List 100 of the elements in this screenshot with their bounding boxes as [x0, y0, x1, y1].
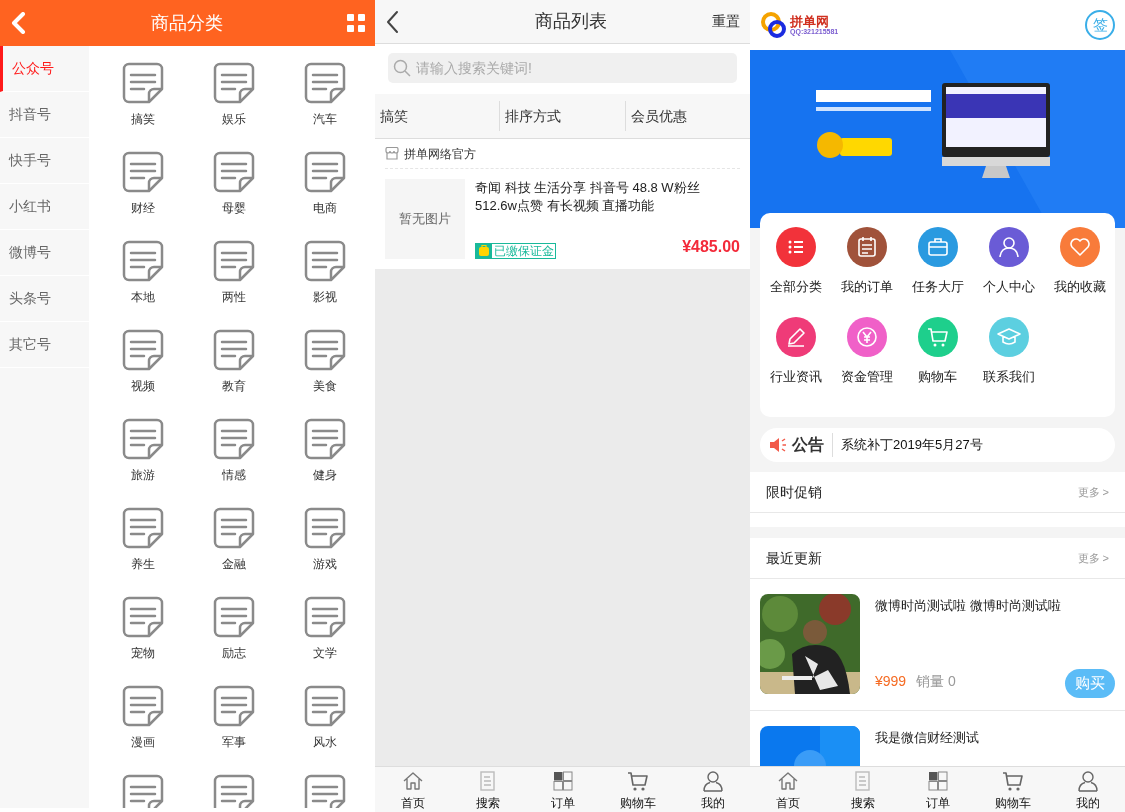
- sidebar-item[interactable]: 公众号: [0, 46, 89, 92]
- menu-label[interactable]: 我的订单: [840, 277, 893, 297]
- tab-item[interactable]: 搜索: [825, 767, 900, 812]
- category-label[interactable]: 教育: [222, 377, 246, 395]
- sidebar-item[interactable]: 头条号: [0, 276, 89, 322]
- document-icon[interactable]: [304, 685, 347, 727]
- menu-label[interactable]: 购物车: [918, 367, 957, 387]
- tab-item[interactable]: 首页: [375, 767, 450, 812]
- sidebar-item[interactable]: 抖音号: [0, 92, 89, 138]
- tab-item[interactable]: 首页: [750, 767, 825, 812]
- category-label[interactable]: 漫画: [130, 733, 155, 751]
- category-label[interactable]: 两性: [222, 288, 246, 306]
- filter-tab[interactable]: 排序方式: [499, 101, 625, 131]
- menu-icon[interactable]: [1059, 227, 1100, 267]
- product-title[interactable]: 奇闻 科技 生活分享 抖音号 48.8 W粉丝 512.6w点赞 有长视频 直播功能: [475, 179, 740, 215]
- filter-tab[interactable]: 会员优惠: [624, 101, 750, 131]
- price: ¥485.00: [682, 237, 740, 257]
- category-label[interactable]: 电商: [313, 199, 338, 217]
- category-label[interactable]: 健身: [313, 466, 338, 484]
- sidebar-item[interactable]: 其它号: [0, 322, 89, 368]
- category-label[interactable]: 美食: [313, 377, 338, 395]
- category-label[interactable]: 影视: [313, 288, 338, 306]
- document-icon[interactable]: [213, 774, 255, 808]
- document-icon[interactable]: [213, 151, 255, 193]
- grid-icon[interactable]: [347, 14, 365, 32]
- menu-label[interactable]: 任务大厅: [911, 277, 964, 297]
- category-label[interactable]: 母婴: [222, 199, 246, 217]
- sidebar-item[interactable]: 小红书: [0, 184, 89, 230]
- category-label[interactable]: 财经: [130, 199, 155, 217]
- document-icon[interactable]: [304, 774, 347, 808]
- menu-label[interactable]: 联系我们: [982, 367, 1035, 387]
- document-icon[interactable]: [213, 596, 255, 638]
- category-label[interactable]: 本地: [130, 288, 155, 306]
- sales-count: 销量 0: [916, 672, 956, 691]
- logo-icon: [760, 11, 788, 39]
- document-icon[interactable]: [304, 329, 347, 371]
- menu-label[interactable]: 资金管理: [840, 367, 893, 387]
- document-icon[interactable]: [121, 774, 164, 808]
- tab-item[interactable]: 我的: [1050, 767, 1125, 812]
- document-icon[interactable]: [121, 151, 164, 193]
- logo-text: 拼单网: [790, 15, 829, 28]
- document-icon[interactable]: [304, 240, 347, 282]
- document-icon[interactable]: [121, 329, 164, 371]
- menu-label[interactable]: 行业资讯: [769, 367, 822, 387]
- search-field[interactable]: 请输入搜索关键词!: [388, 53, 737, 83]
- tab-item[interactable]: 购物车: [975, 767, 1050, 812]
- tab-item[interactable]: 订单: [900, 767, 975, 812]
- tab-item[interactable]: 我的: [675, 767, 750, 812]
- tab-item[interactable]: 购物车: [600, 767, 675, 812]
- item-title[interactable]: 微博时尚测试啦 微博时尚测试啦: [875, 596, 1115, 616]
- notice-text[interactable]: 系统补丁2019年5月27号: [841, 435, 983, 455]
- category-label[interactable]: 视频: [130, 377, 155, 395]
- tab-item[interactable]: 搜索: [450, 767, 525, 812]
- document-icon[interactable]: [121, 685, 164, 727]
- category-label[interactable]: 军事: [222, 733, 246, 751]
- tab-item[interactable]: 订单: [525, 767, 600, 812]
- category-label[interactable]: 搞笑: [130, 110, 155, 128]
- shop-name: 拼单网络官方: [404, 145, 476, 163]
- category-label[interactable]: 励志: [222, 644, 246, 662]
- category-label[interactable]: 宠物: [130, 644, 155, 662]
- menu-icon[interactable]: [775, 317, 816, 357]
- document-icon[interactable]: [121, 240, 164, 282]
- reset-button[interactable]: 重置: [712, 11, 740, 32]
- document-icon[interactable]: [304, 62, 347, 104]
- document-icon[interactable]: [213, 418, 255, 460]
- document-icon[interactable]: [213, 507, 255, 549]
- menu-icon[interactable]: [988, 227, 1029, 267]
- document-icon[interactable]: [121, 62, 164, 104]
- category-label[interactable]: 汽车: [313, 110, 338, 128]
- menu-label[interactable]: 个人中心: [982, 277, 1035, 297]
- document-icon[interactable]: [213, 329, 255, 371]
- menu-icon[interactable]: [846, 317, 887, 357]
- item-title[interactable]: 我是微信财经测试: [875, 728, 1115, 748]
- document-icon[interactable]: [304, 151, 347, 193]
- category-label[interactable]: 养生: [130, 555, 155, 573]
- category-label[interactable]: 游戏: [313, 555, 338, 573]
- menu-label[interactable]: 全部分类: [769, 277, 822, 297]
- sidebar-item[interactable]: 快手号: [0, 138, 89, 184]
- document-icon[interactable]: [213, 240, 255, 282]
- back-icon[interactable]: [385, 9, 399, 34]
- category-label[interactable]: 金融: [222, 555, 246, 573]
- filter-tab[interactable]: 搞笑: [375, 101, 500, 131]
- document-icon[interactable]: [121, 596, 164, 638]
- document-icon[interactable]: [213, 685, 255, 727]
- menu-icon[interactable]: [917, 227, 958, 267]
- menu-icon[interactable]: [775, 227, 816, 267]
- category-label[interactable]: 旅游: [130, 466, 155, 484]
- document-icon[interactable]: [213, 62, 255, 104]
- document-icon[interactable]: [304, 418, 347, 460]
- menu-icon[interactable]: [846, 227, 887, 267]
- document-icon[interactable]: [304, 507, 347, 549]
- document-icon[interactable]: [121, 418, 164, 460]
- document-icon[interactable]: [121, 507, 164, 549]
- sidebar-item[interactable]: 微博号: [0, 230, 89, 276]
- category-label[interactable]: 娱乐: [222, 110, 246, 128]
- document-icon[interactable]: [304, 596, 347, 638]
- category-label[interactable]: 风水: [313, 733, 338, 751]
- category-label[interactable]: 情感: [222, 466, 246, 484]
- menu-label[interactable]: 我的收藏: [1053, 277, 1106, 297]
- category-label[interactable]: 文学: [313, 644, 338, 662]
